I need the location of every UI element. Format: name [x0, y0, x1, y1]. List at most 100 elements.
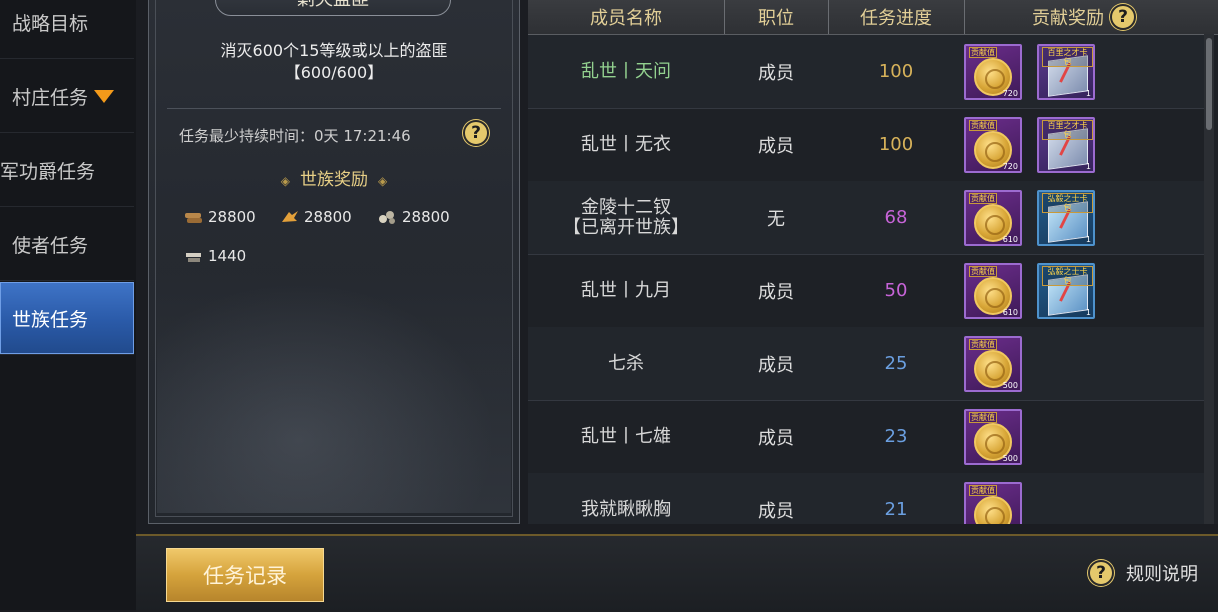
dropdown-arrow-icon: [94, 89, 115, 103]
stone-icon: [379, 211, 395, 224]
reward-title-text: 世族奖励: [300, 170, 368, 190]
contribution-coin-item[interactable]: 贡献值 500: [964, 408, 1022, 465]
item-quantity: 610: [1002, 307, 1018, 317]
wood-icon: [185, 213, 202, 223]
rules-help-icon: ?: [1088, 560, 1114, 586]
task-record-button[interactable]: 任务记录: [166, 548, 324, 602]
member-role: 成员: [758, 135, 794, 157]
item-label: 百里之才卡包: [1042, 46, 1093, 67]
member-name-cell: 乱世丨九月: [528, 254, 724, 327]
member-name: 乱世丨无衣: [581, 133, 671, 155]
sidebar-item-label: 使者任务: [12, 234, 89, 257]
member-name: 金陵十二钗: [581, 196, 671, 218]
item-label: 贡献值: [969, 338, 997, 350]
reward-iron: 1440: [183, 247, 246, 265]
sidebar-item-label: 军功爵任务: [0, 160, 96, 183]
member-name-cell: 乱世丨无衣: [528, 108, 724, 181]
member-name-cell: 七杀: [528, 327, 724, 400]
member-status: 【已离开世族】: [563, 216, 689, 238]
member-role: 无: [767, 208, 785, 230]
contribution-coin-item[interactable]: 贡献值: [964, 481, 1022, 524]
member-name-cell: 我就瞅瞅胸: [528, 473, 724, 524]
table-scrollbar[interactable]: [1204, 34, 1214, 524]
member-progress: 68: [884, 207, 908, 228]
table-row[interactable]: 我就瞅瞅胸 成员 21 贡献值: [528, 473, 1204, 524]
member-progress: 25: [884, 353, 908, 374]
table-header: 成员名称 职位 任务进度 贡献奖励 ?: [528, 0, 1218, 35]
member-progress: 23: [884, 426, 908, 447]
item-quantity: 1: [1085, 161, 1091, 171]
item-quantity: 1: [1085, 234, 1091, 244]
member-name: 乱世丨七雄: [581, 425, 671, 447]
member-role: 成员: [758, 427, 794, 449]
reward-value: 28800: [402, 208, 450, 226]
coin-icon: [974, 495, 1012, 524]
sidebar-item-clan-tasks[interactable]: 世族任务: [0, 282, 134, 355]
contribution-coin-item[interactable]: 贡献值 720: [964, 116, 1022, 173]
member-role: 成员: [758, 500, 794, 522]
table-row[interactable]: 乱世丨九月 成员 50 贡献值 610 弘毅之士卡包 1: [528, 254, 1204, 328]
contribution-coin-item[interactable]: 贡献值 610: [964, 262, 1022, 319]
task-title: 剿灭盗匪: [297, 0, 369, 11]
reward-items: 贡献值 610 弘毅之士卡包 1: [964, 254, 1204, 327]
card-pack-item[interactable]: 弘毅之士卡包 1: [1037, 189, 1095, 246]
table-row[interactable]: 乱世丨无衣 成员 100 贡献值 720 百里之才卡包 1: [528, 108, 1204, 182]
item-label: 贡献值: [969, 265, 997, 277]
table-row[interactable]: 乱世丨七雄 成员 23 贡献值 500: [528, 400, 1204, 474]
table-row[interactable]: 乱世丨天问 成员 100 贡献值 720 百里之才卡包 1: [528, 35, 1204, 109]
member-name: 乱世丨天问: [581, 60, 671, 82]
table-row[interactable]: 金陵十二钗 【已离开世族】 无 68 贡献值 610 弘毅之士卡包 1: [528, 181, 1204, 255]
reward-grain: 28800: [279, 208, 352, 226]
sidebar-item-label: 战略目标: [12, 12, 89, 35]
reward-help-icon[interactable]: ?: [1110, 4, 1136, 30]
item-label: 弘毅之士卡包: [1042, 192, 1093, 213]
item-label: 贡献值: [969, 119, 997, 131]
member-progress: 50: [884, 280, 908, 301]
goal-progress: 【600/600】: [284, 63, 384, 82]
ornament-right-icon: ◈: [378, 174, 388, 188]
duration-help-icon[interactable]: ?: [463, 120, 489, 146]
item-quantity: 720: [1002, 88, 1018, 98]
member-name-cell: 金陵十二钗 【已离开世族】: [528, 181, 724, 254]
sidebar-item-military-rank-tasks[interactable]: 军功爵任务: [0, 134, 134, 207]
contribution-coin-item[interactable]: 贡献值 500: [964, 335, 1022, 392]
task-goal: 消灭600个15等级或以上的盗匪 【600/600】: [149, 40, 519, 84]
background-landscape: [157, 270, 511, 513]
sidebar-item-village-tasks[interactable]: 村庄任务: [0, 60, 134, 133]
task-duration: 任务最少持续时间：0天 17:21:46: [179, 127, 411, 145]
reward-items: 贡献值 610 弘毅之士卡包 1: [964, 181, 1204, 254]
member-role: 成员: [758, 354, 794, 376]
ornament-left-icon: ◈: [280, 174, 290, 188]
item-label: 贡献值: [969, 46, 997, 58]
item-quantity: 500: [1002, 453, 1018, 463]
member-progress: 100: [878, 61, 914, 82]
member-role: 成员: [758, 281, 794, 303]
reward-items: 贡献值 500: [964, 327, 1204, 400]
item-quantity: 720: [1002, 161, 1018, 171]
reward-value: 28800: [208, 208, 256, 226]
item-quantity: 610: [1002, 234, 1018, 244]
item-label: 贡献值: [969, 484, 997, 496]
task-title-tab: 剿灭盗匪: [215, 0, 451, 16]
rules-explanation-link[interactable]: ? 规则说明: [1088, 560, 1198, 586]
member-progress: 100: [878, 134, 914, 155]
reward-value: 1440: [208, 247, 247, 265]
table-row[interactable]: 七杀 成员 25 贡献值 500: [528, 327, 1204, 401]
item-label: 弘毅之士卡包: [1042, 265, 1093, 286]
scrollbar-thumb[interactable]: [1206, 38, 1212, 130]
sidebar-item-strategic-goal[interactable]: 战略目标: [0, 0, 134, 59]
member-name: 乱世丨九月: [581, 279, 671, 301]
reward-items: 贡献值 720 百里之才卡包 1: [964, 35, 1204, 108]
card-pack-item[interactable]: 百里之才卡包 1: [1037, 43, 1095, 100]
member-name: 我就瞅瞅胸: [581, 498, 671, 520]
card-pack-item[interactable]: 弘毅之士卡包 1: [1037, 262, 1095, 319]
card-pack-item[interactable]: 百里之才卡包 1: [1037, 116, 1095, 173]
sidebar-item-envoy-tasks[interactable]: 使者任务: [0, 208, 134, 281]
reward-items: 贡献值 720 百里之才卡包 1: [964, 108, 1204, 181]
header-progress: 任务进度: [860, 8, 932, 29]
header-reward-label: 贡献奖励: [1032, 8, 1104, 29]
contribution-coin-item[interactable]: 贡献值 610: [964, 189, 1022, 246]
contribution-coin-item[interactable]: 贡献值 720: [964, 43, 1022, 100]
item-quantity: 500: [1002, 380, 1018, 390]
grain-icon: [282, 211, 298, 222]
